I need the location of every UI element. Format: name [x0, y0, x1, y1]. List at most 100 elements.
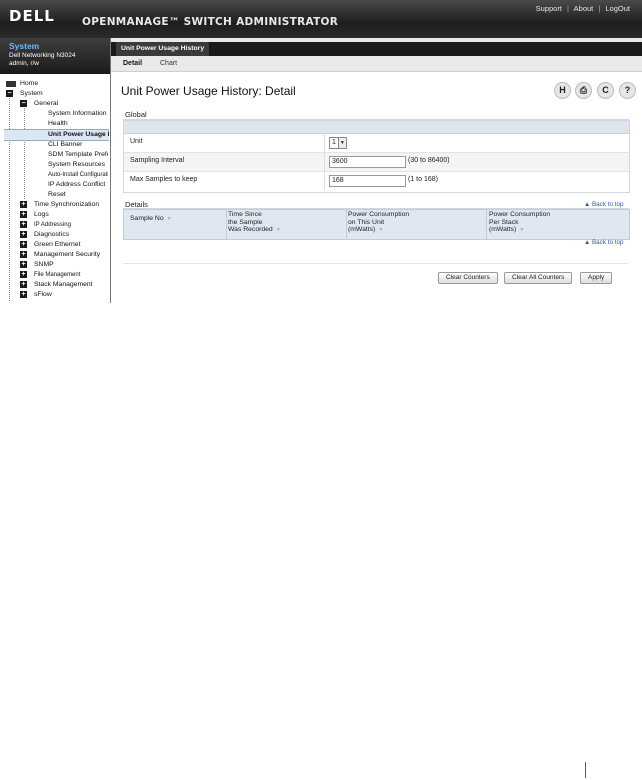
expand-icon[interactable]: +: [20, 251, 27, 258]
collapse-icon[interactable]: −: [20, 100, 27, 107]
sidebar-item-home[interactable]: Home: [6, 79, 106, 89]
sidebar-item-label: IP Addressing: [34, 222, 71, 228]
link-separator: |: [598, 4, 601, 13]
details-table-header: Sample No ▼ Time Since the Sample Was Rec…: [123, 209, 630, 240]
support-link[interactable]: Support: [536, 4, 562, 13]
sidebar-item-management-security[interactable]: + Management Security: [20, 250, 108, 260]
apply-button[interactable]: Apply: [580, 272, 613, 284]
unit-select-value: 1: [332, 139, 336, 146]
sidebar-item-label: File Management: [34, 272, 81, 278]
expand-icon[interactable]: +: [20, 291, 27, 298]
top-links: Support | About | LogOut: [536, 4, 630, 13]
col-line: Sample No: [130, 215, 164, 222]
chevron-down-icon: ▼: [337, 138, 346, 148]
column-divider: [324, 153, 325, 171]
back-to-top-link[interactable]: ▲ Back to top: [584, 239, 624, 246]
column-divider: [324, 134, 325, 152]
print-icon[interactable]: ⎙: [575, 82, 592, 99]
header-bar: DELL OPENMANAGE™ SWITCH ADMINISTRATOR Su…: [0, 0, 642, 38]
expand-icon[interactable]: +: [20, 261, 27, 268]
sidebar-item-label: System: [20, 90, 43, 97]
column-divider: [324, 172, 325, 190]
col-power-this-unit[interactable]: Power Consumption on This Unit (mWatts) ▼: [348, 211, 409, 235]
global-heading: Global: [125, 110, 147, 119]
sidebar-item-label: SNMP: [34, 261, 54, 268]
sidebar-item-sdm-template[interactable]: SDM Template Preference: [48, 150, 108, 160]
sidebar-item-logs[interactable]: + Logs: [20, 210, 108, 220]
column-divider: [346, 210, 347, 239]
system-user: admin, r/w: [9, 60, 39, 67]
sidebar-item-diagnostics[interactable]: + Diagnostics: [20, 230, 108, 240]
max-samples-row: Max Samples to keep 168 (1 to 168): [124, 172, 629, 190]
sidebar-item-reset[interactable]: Reset: [48, 190, 108, 200]
sidebar-item-general[interactable]: − General: [20, 99, 106, 109]
sidebar-item-health[interactable]: Health: [48, 119, 108, 129]
sidebar-item-sflow[interactable]: + sFlow: [20, 290, 108, 300]
tree-line: [9, 91, 10, 301]
col-sample-no[interactable]: Sample No ▼: [130, 215, 172, 224]
system-title: System: [9, 41, 40, 51]
expand-icon[interactable]: +: [20, 241, 27, 248]
expand-icon[interactable]: +: [20, 271, 27, 278]
sidebar-item-label: Unit Power Usage History: [48, 131, 109, 138]
sidebar-item-time-synchronization[interactable]: + Time Synchronization: [20, 200, 108, 210]
about-link[interactable]: About: [574, 4, 594, 13]
sidebar-item-label: Management Security: [34, 251, 101, 258]
sidebar-item-cli-banner[interactable]: CLI Banner: [48, 140, 108, 150]
expand-icon[interactable]: +: [20, 211, 27, 218]
col-time-since-recorded[interactable]: Time Since the Sample Was Recorded ▼: [228, 211, 281, 235]
unit-row: Unit 1 ▼: [124, 134, 629, 153]
sidebar-item-stack-management[interactable]: + Stack Management: [20, 280, 108, 290]
clear-counters-button[interactable]: Clear Counters: [438, 272, 498, 284]
col-line: Time Since: [228, 211, 262, 218]
save-icon[interactable]: H: [554, 82, 571, 99]
sidebar-item-label: Diagnostics: [34, 231, 70, 238]
sidebar-item-green-ethernet[interactable]: + Green Ethernet: [20, 240, 108, 250]
expand-icon[interactable]: +: [20, 231, 27, 238]
tab-bar: Unit Power Usage History Detail Chart: [111, 38, 642, 72]
sidebar-item-ip-addressing[interactable]: + IP Addressing: [20, 220, 108, 230]
col-line: Was Recorded: [228, 226, 273, 233]
sampling-interval-input[interactable]: 3600: [329, 156, 406, 168]
expand-icon[interactable]: +: [20, 221, 27, 228]
sidebar-item-label: Green Ethernet: [34, 241, 81, 248]
sidebar-item-label: sFlow: [34, 291, 52, 298]
sidebar-item-system-information[interactable]: System Information: [48, 109, 108, 119]
col-line: (mWatts): [348, 226, 376, 233]
clear-all-counters-button[interactable]: Clear All Counters: [504, 272, 573, 284]
sampling-interval-range: (30 to 86400): [408, 157, 450, 164]
unit-label: Unit: [130, 138, 143, 145]
sidebar-item-label: Time Synchronization: [34, 201, 100, 208]
back-to-top-link[interactable]: ▲ Back to top: [584, 201, 624, 208]
help-icon[interactable]: ?: [619, 82, 636, 99]
collapse-icon[interactable]: −: [6, 90, 13, 97]
subtab-chart[interactable]: Chart: [160, 59, 177, 69]
sort-icon: ▼: [519, 227, 525, 233]
refresh-icon[interactable]: C: [597, 82, 614, 99]
table-header-bar: [124, 121, 629, 134]
sidebar-item-file-management[interactable]: + File Management: [20, 270, 108, 280]
max-samples-label: Max Samples to keep: [130, 176, 198, 183]
unit-select[interactable]: 1 ▼: [329, 137, 347, 149]
column-divider: [226, 210, 227, 239]
col-line: (mWatts): [489, 226, 517, 233]
sidebar-item-system-resources[interactable]: System Resources: [48, 160, 108, 170]
col-line: Power Consumption: [489, 211, 551, 218]
sidebar-item-label: Stack Management: [34, 281, 93, 288]
tab-unit-power-usage-history[interactable]: Unit Power Usage History: [116, 42, 210, 56]
sidebar-item-ip-address-conflict[interactable]: IP Address Conflict: [48, 180, 108, 190]
app-window: DELL OPENMANAGE™ SWITCH ADMINISTRATOR Su…: [0, 0, 642, 303]
sidebar-item-auto-install[interactable]: Auto-Install Configuration: [48, 170, 108, 180]
system-model: Dell Networking N3024: [9, 52, 76, 59]
sidebar-item-snmp[interactable]: + SNMP: [20, 260, 108, 270]
subtab-detail[interactable]: Detail: [123, 59, 142, 69]
expand-icon[interactable]: +: [20, 281, 27, 288]
main-content: Unit Power Usage History Detail Chart Un…: [111, 38, 642, 303]
logout-link[interactable]: LogOut: [605, 4, 630, 13]
sidebar-item-system[interactable]: − System: [6, 89, 106, 99]
expand-icon[interactable]: +: [20, 201, 27, 208]
col-power-per-stack[interactable]: Power Consumption Per Stack (mWatts) ▼: [489, 211, 550, 235]
sidebar: System Dell Networking N3024 admin, r/w …: [0, 38, 111, 303]
col-line: the Sample: [228, 218, 263, 226]
max-samples-input[interactable]: 168: [329, 175, 406, 187]
